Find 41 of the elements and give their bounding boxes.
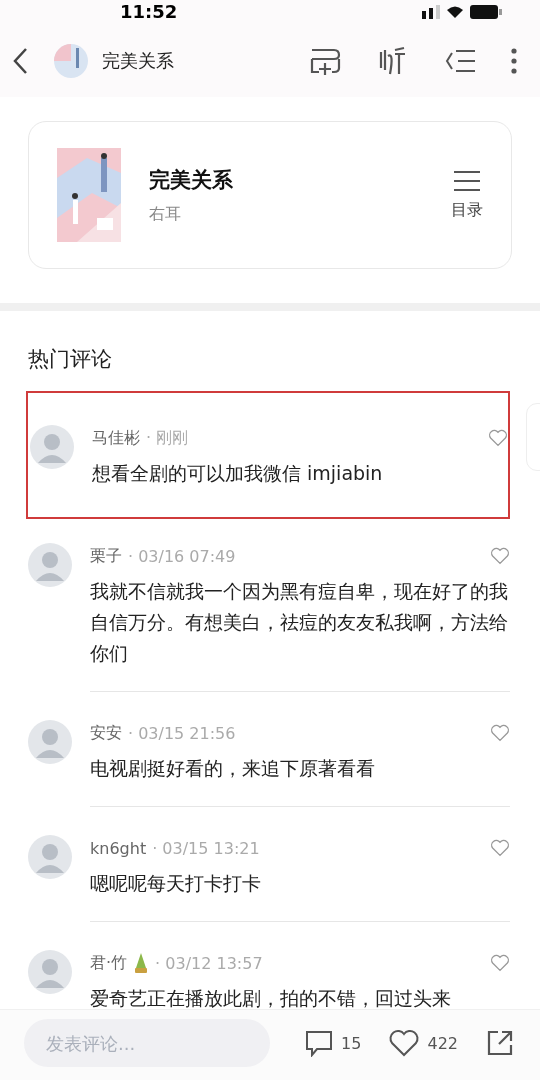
book-card[interactable]: 完美关系 右耳 目录 <box>28 121 512 269</box>
comment-count: 15 <box>341 1033 362 1053</box>
like-count: 422 <box>427 1033 458 1053</box>
section-title: 热门评论 <box>27 346 113 373</box>
header-title: 完美关系 <box>102 48 174 73</box>
avatar[interactable] <box>28 835 72 879</box>
comment-text: 嗯呢呢每天打卡打卡 <box>90 871 262 896</box>
book-title: 完美关系 <box>149 165 233 194</box>
user-name[interactable]: 君·竹 <box>90 952 128 974</box>
more-icon[interactable] <box>510 46 518 75</box>
battery-icon <box>470 5 502 19</box>
comment-time: · 03/15 13:21 <box>152 838 260 858</box>
avatar[interactable] <box>28 950 72 994</box>
user-name[interactable]: 栗子 <box>90 545 122 567</box>
comment-time: · 03/16 07:49 <box>128 546 236 566</box>
user-name[interactable]: 马佳彬 <box>92 427 140 449</box>
book-author: 右耳 <box>149 203 182 225</box>
avatar[interactable] <box>30 425 74 469</box>
like-icon[interactable] <box>389 1029 420 1057</box>
comment-time: · 03/15 21:56 <box>128 723 236 743</box>
listen-icon[interactable] <box>378 45 408 76</box>
comment-icon[interactable] <box>305 1029 334 1057</box>
back-icon[interactable] <box>12 46 28 75</box>
menu-icon <box>453 169 481 192</box>
signal-icon <box>422 5 440 19</box>
wifi-icon <box>446 6 464 18</box>
status-time: 11:52 <box>120 1 178 23</box>
comment-text: 电视剧挺好看的，来追下原著看看 <box>90 756 376 781</box>
comment-text: 想看全剧的可以加我微信 imjiabin <box>92 461 384 486</box>
avatar[interactable] <box>28 543 72 587</box>
user-name[interactable]: kn6ght <box>90 838 147 858</box>
comment-input[interactable]: 发表评论... <box>24 1019 270 1067</box>
book-cover-avatar <box>54 43 88 78</box>
share-icon[interactable] <box>486 1029 514 1057</box>
comment-text: 我就不信就我一个因为黑有痘自卑，现在好了的我自信万分。有想美白，祛痘的友友私我啊，方法给你们 <box>90 579 509 666</box>
toc-button[interactable]: 目录 <box>451 169 483 221</box>
user-name[interactable]: 安安 <box>90 722 122 744</box>
avatar[interactable] <box>28 720 72 764</box>
comment-time: · 03/12 13:57 <box>155 953 263 973</box>
comment-time: · 刚刚 <box>146 427 189 449</box>
comment-text: 爱奇艺正在播放此剧，拍的不错，回过头来 <box>90 986 452 1011</box>
